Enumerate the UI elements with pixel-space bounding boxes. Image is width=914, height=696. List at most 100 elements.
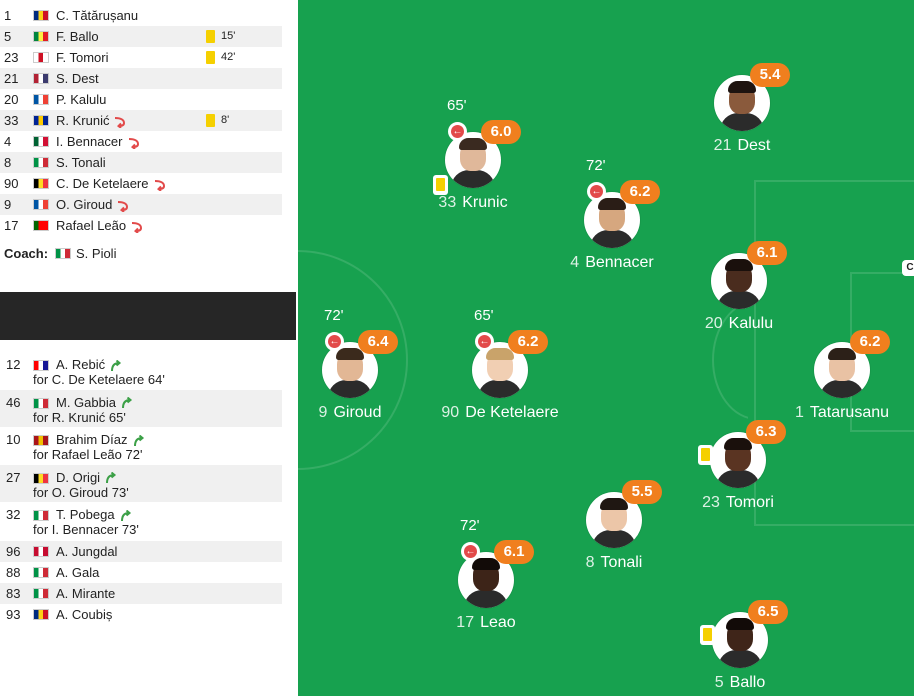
country-flag-icon: [33, 546, 49, 557]
substitute-row[interactable]: 12 A. Rebić for C. De Ketelaere 64': [0, 352, 282, 389]
rating-badge: 5.4: [750, 63, 790, 87]
player-name-text: D. Origi: [56, 469, 101, 485]
avatar-hair: [726, 618, 754, 630]
player-name: C. Tătărușanu: [56, 5, 138, 26]
sub-out-arrow-icon: ←: [464, 545, 477, 558]
coach-name: S. Pioli: [76, 246, 117, 261]
starter-row[interactable]: 17 Rafael Leão: [0, 215, 282, 236]
reserve-row[interactable]: 88 A. Gala: [0, 562, 282, 583]
avatar-hair: [459, 138, 487, 150]
starter-row[interactable]: 9 O. Giroud: [0, 194, 282, 215]
player-name-text: Rafael Leão: [56, 218, 127, 233]
yellow-card-icon: [206, 114, 215, 127]
shirt-number: 88: [6, 565, 21, 580]
player-name-text: T. Pobega: [56, 507, 115, 522]
reserve-row[interactable]: 83 A. Mirante: [0, 583, 282, 604]
country-flag-icon: [33, 360, 49, 371]
card-minute: 8': [221, 114, 230, 126]
player-name-text: S. Dest: [56, 71, 99, 86]
starter-row[interactable]: 23 F. Tomori 42': [0, 47, 282, 68]
rating-badge: 5.5: [622, 480, 662, 504]
starter-row[interactable]: 21 S. Dest: [0, 68, 282, 89]
player-name-text: P. Kalulu: [56, 92, 107, 107]
pitch-player-dest[interactable]: 5.4 21 Dest: [672, 35, 812, 175]
pitch-player-bennacer[interactable]: 6.2 ← 72' 4 Bennacer: [542, 152, 682, 292]
avatar-hair: [598, 198, 626, 210]
shirt-number: 4: [570, 254, 580, 271]
player-name: Tatarusanu: [809, 404, 890, 421]
player-name: A. Coubiș: [56, 607, 113, 622]
shirt-number: 8: [4, 155, 12, 170]
country-flag-icon: [33, 609, 49, 620]
shirt-number: 96: [6, 544, 21, 559]
sub-out-minute: 72': [586, 157, 606, 174]
starter-row[interactable]: 90 C. De Ketelaere: [0, 173, 282, 194]
avatar-hair: [828, 348, 856, 360]
player-name-text: S. Tonali: [56, 155, 106, 170]
yellow-card-fill: [703, 628, 712, 641]
rating-badge: 6.2: [620, 180, 660, 204]
player-name: O. Giroud: [56, 194, 130, 215]
shirt-number: 83: [6, 586, 21, 601]
shirt-number: 20: [704, 315, 723, 332]
pitch-player-leao[interactable]: 6.1 ← 72' 17 Leao: [416, 512, 556, 652]
avatar-hair: [725, 259, 753, 271]
sub-out-arrow-icon: [118, 200, 129, 212]
pitch-player-krunic[interactable]: 6.0 ← 65' 33 Krunic: [403, 92, 543, 232]
shirt-number: 23: [702, 494, 720, 511]
replaced-player-text: for O. Giroud 73': [33, 484, 129, 500]
sub-in-arrow-icon: [121, 397, 133, 409]
country-flag-icon: [33, 199, 49, 210]
avatar-hair: [724, 438, 752, 450]
avatar-shirt: [592, 530, 636, 548]
avatar-shirt: [451, 170, 495, 188]
pitch-player-ballo[interactable]: 6.5 5 Ballo: [670, 572, 810, 696]
starter-row[interactable]: 1 C. Tătărușanu: [0, 5, 282, 26]
starter-row[interactable]: 33 R. Krunić 8': [0, 110, 282, 131]
shirt-number: 17: [456, 614, 475, 631]
pitch-player-tonali[interactable]: 5.5 8 Tonali: [544, 452, 684, 592]
substitute-row[interactable]: 46 M. Gabbia for R. Krunić 65': [0, 389, 282, 427]
shirt-number: 12: [6, 357, 21, 372]
avatar-shirt: [820, 380, 864, 398]
country-flag-icon: [33, 94, 49, 105]
coach-label: Coach:: [4, 246, 49, 261]
starter-row[interactable]: 20 P. Kalulu: [0, 89, 282, 110]
player-name: A. Mirante: [56, 586, 116, 601]
yellow-card-fill: [701, 448, 710, 461]
replaced-player-text: for Rafael Leão 72': [33, 447, 143, 462]
yellow-card-icon: [206, 30, 215, 43]
country-flag-icon: [33, 115, 49, 126]
shirt-number: 8: [585, 554, 595, 571]
shirt-number: 5: [714, 674, 724, 691]
reserve-row[interactable]: 93 A. Coubiș: [0, 604, 282, 625]
substitute-row[interactable]: 10 Brahim Díaz for Rafael Leão 72': [0, 427, 282, 464]
player-name-text: R. Krunić: [56, 113, 110, 128]
sub-out-arrow-icon: ←: [590, 185, 603, 198]
starter-row[interactable]: 8 S. Tonali: [0, 152, 282, 173]
shirt-number: 4: [4, 134, 12, 149]
sub-out-minute: 72': [324, 307, 344, 324]
pitch-player-tomori[interactable]: 6.3 23 Tomori: [668, 392, 808, 532]
shirt-number: 9: [318, 404, 328, 421]
substitute-row[interactable]: 32 T. Pobega for I. Bennacer 73': [0, 502, 282, 539]
avatar-hair: [600, 498, 628, 510]
player-name: S. Dest: [56, 68, 99, 89]
sub-out-arrow-icon: ←: [328, 335, 341, 348]
pitch-player-deketelaere[interactable]: 6.2 ← 65' 90 De Ketelaere: [430, 302, 570, 442]
coach-row[interactable]: Coach: S. Pioli: [0, 243, 282, 264]
player-name-text: C. Tătărușanu: [56, 8, 139, 23]
reserve-row[interactable]: 96 A. Jungdal: [0, 541, 282, 562]
player-name: De Ketelaere: [465, 404, 559, 421]
yellow-card-icon: [206, 51, 215, 64]
shirt-number: 21: [4, 71, 19, 86]
avatar-shirt: [716, 470, 760, 488]
substitute-row[interactable]: 27 D. Origi for O. Giroud 73': [0, 464, 282, 502]
shirt-number: 23: [4, 50, 19, 65]
sub-in-arrow-icon: [106, 472, 117, 484]
yellow-card-icon: [700, 625, 715, 645]
sub-out-icon: ←: [325, 332, 344, 351]
starter-row[interactable]: 5 F. Ballo 15': [0, 26, 282, 47]
starter-row[interactable]: 4 I. Bennacer: [0, 131, 282, 152]
replaced-player-text: for I. Bennacer 73': [33, 522, 139, 537]
